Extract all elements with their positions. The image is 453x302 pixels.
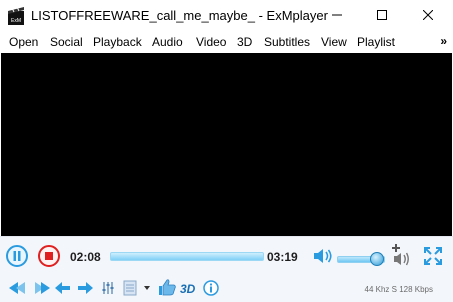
next-track-icon[interactable] [33,281,51,295]
menu-open[interactable]: Open [9,35,38,49]
player-window: ExM LISTOFFREEWARE_call_me_maybe_ - ExMp… [0,0,453,302]
seek-forward-arrow-icon[interactable] [77,282,93,294]
menu-playlist[interactable]: Playlist [357,35,395,49]
total-time: 03:19 [267,250,298,264]
elapsed-time: 02:08 [70,250,101,264]
volume-slider-knob[interactable] [370,252,384,266]
menu-3d[interactable]: 3D [237,35,252,49]
minimize-icon [332,14,342,16]
info-icon[interactable] [203,280,219,296]
menu-audio[interactable]: Audio [152,35,183,49]
previous-track-icon[interactable] [9,281,27,295]
app-icon: ExM [8,7,24,25]
window-title: LISTOFFREEWARE_call_me_maybe_ - ExMplaye… [31,8,328,23]
menu-bar: Open Social Playback Audio Video 3D Subt… [0,32,453,52]
menu-playback[interactable]: Playback [93,35,142,49]
seek-slider[interactable] [110,252,264,261]
audio-status-text: 44 Khz S 128 Kbps [364,285,434,294]
video-area[interactable] [1,53,452,236]
close-icon [423,10,433,20]
menu-subtitles[interactable]: Subtitles [264,35,310,49]
equalizer-icon[interactable] [102,281,116,295]
stop-button[interactable] [38,245,60,267]
3d-toggle-button[interactable]: 3D [180,282,195,296]
seek-back-arrow-icon[interactable] [55,282,71,294]
minimize-button[interactable] [314,0,360,30]
volume-boost-icon[interactable] [390,243,412,267]
title-bar[interactable]: ExM LISTOFFREEWARE_call_me_maybe_ - ExMp… [0,0,453,32]
app-icon-text: ExM [11,18,21,24]
thumbs-up-icon[interactable] [158,279,176,296]
playlist-dropdown-icon[interactable] [123,280,153,296]
close-button[interactable] [405,0,451,30]
menu-view[interactable]: View [321,35,347,49]
volume-speaker-icon[interactable] [313,247,333,265]
maximize-icon [377,10,387,20]
menu-social[interactable]: Social [50,35,83,49]
fullscreen-icon[interactable] [423,246,443,266]
maximize-button[interactable] [359,0,405,30]
controls-panel: 02:08 03:19 3D 44 Khz S 128 Kbps [0,236,453,302]
pause-button[interactable] [6,245,28,267]
menu-overflow-chevron[interactable]: » [440,34,447,48]
menu-video[interactable]: Video [196,35,226,49]
